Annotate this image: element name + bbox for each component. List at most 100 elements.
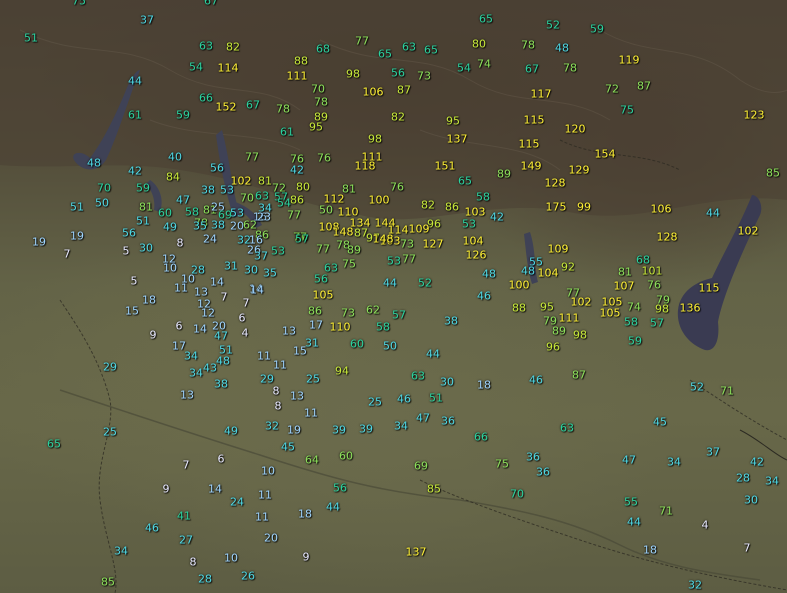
station-value: 38 <box>211 218 225 232</box>
station-value: 13 <box>194 285 208 299</box>
station-value: 47 <box>622 453 636 467</box>
station-value: 104 <box>537 266 559 280</box>
station-value: 31 <box>305 336 319 350</box>
station-value: 48 <box>216 354 230 368</box>
station-value: 18 <box>298 507 312 521</box>
station-value: 118 <box>354 159 376 173</box>
station-value: 129 <box>568 163 590 177</box>
station-value: 35 <box>263 266 277 280</box>
station-value: 8 <box>272 384 280 398</box>
station-value: 115 <box>698 281 720 295</box>
station-value: 85 <box>766 166 780 180</box>
station-value: 46 <box>477 289 491 303</box>
station-value: 44 <box>326 500 340 514</box>
station-value: 78 <box>521 38 535 52</box>
station-value: 6 <box>217 452 225 466</box>
station-value: 5 <box>130 274 138 288</box>
station-value: 53 <box>462 217 476 231</box>
station-value: 44 <box>706 206 720 220</box>
station-value: 72 <box>605 82 619 96</box>
station-value: 45 <box>653 415 667 429</box>
station-value: 123 <box>743 108 765 122</box>
station-value: 98 <box>346 67 360 81</box>
station-value: 14 <box>193 322 207 336</box>
station-value: 18 <box>643 543 657 557</box>
station-value: 65 <box>424 43 438 57</box>
station-value: 104 <box>462 234 484 248</box>
station-value: 70 <box>97 181 111 195</box>
station-value: 86 <box>445 200 459 214</box>
station-value: 51 <box>429 391 443 405</box>
station-value: 11 <box>174 281 188 295</box>
station-value: 32 <box>265 419 279 433</box>
station-value: 77 <box>316 242 330 256</box>
station-value: 10 <box>261 464 275 478</box>
station-value: 77 <box>355 34 369 48</box>
station-value: 8 <box>176 236 184 250</box>
station-value: 105 <box>599 306 621 320</box>
station-value: 14 <box>210 275 224 289</box>
station-value: 63 <box>199 39 213 53</box>
station-value: 52 <box>690 380 704 394</box>
station-value: 37 <box>254 249 268 263</box>
station-value: 56 <box>391 66 405 80</box>
station-value: 69 <box>414 459 428 473</box>
station-value: 29 <box>260 372 274 386</box>
station-value: 86 <box>308 304 322 318</box>
station-value: 38 <box>214 377 228 391</box>
station-value: 41 <box>177 509 191 523</box>
station-value: 42 <box>128 164 142 178</box>
station-value: 70 <box>240 191 254 205</box>
station-value: 42 <box>490 210 504 224</box>
station-value: 88 <box>294 54 308 68</box>
station-value: 100 <box>368 193 390 207</box>
station-value: 48 <box>521 264 535 278</box>
station-value: 65 <box>479 12 493 26</box>
station-value: 106 <box>650 202 672 216</box>
station-value: 63 <box>560 421 574 435</box>
station-value: 50 <box>383 339 397 353</box>
station-value: 56 <box>122 226 136 240</box>
station-value: 10 <box>224 551 238 565</box>
station-value: 137 <box>405 545 427 559</box>
station-value: 10 <box>163 261 177 275</box>
station-value: 89 <box>347 243 361 257</box>
station-value: 73 <box>341 306 355 320</box>
station-value: 35 <box>193 219 207 233</box>
station-value: 57 <box>392 308 406 322</box>
station-value: 85 <box>427 482 441 496</box>
station-value: 63 <box>255 189 269 203</box>
station-value: 25 <box>306 372 320 386</box>
station-value: 23 <box>257 210 271 224</box>
station-value: 36 <box>536 465 550 479</box>
station-value: 87 <box>397 83 411 97</box>
station-value: 96 <box>546 340 560 354</box>
station-value: 39 <box>332 423 346 437</box>
station-value: 151 <box>434 159 456 173</box>
station-value: 109 <box>547 242 569 256</box>
station-value: 51 <box>136 214 150 228</box>
station-value: 48 <box>482 267 496 281</box>
station-value: 44 <box>128 74 142 88</box>
station-value: 65 <box>47 437 61 451</box>
station-value: 26 <box>241 569 255 583</box>
station-value: 70 <box>311 82 325 96</box>
station-value: 89 <box>497 167 511 181</box>
station-value: 38 <box>444 314 458 328</box>
station-value: 34 <box>667 455 681 469</box>
station-value: 50 <box>95 196 109 210</box>
station-value: 77 <box>245 150 259 164</box>
station-value: 57 <box>650 316 664 330</box>
station-value: 58 <box>476 190 490 204</box>
station-value: 154 <box>594 147 616 161</box>
station-value: 11 <box>255 510 269 524</box>
precipitation-map[interactable]: 75 67 37 65 52 59 51 63 82 68 77 65 63 65 80 78 48 54 114 8… <box>0 0 787 593</box>
station-value: 17 <box>309 318 323 332</box>
station-value: 60 <box>158 206 172 220</box>
station-value: 82 <box>421 198 435 212</box>
station-value: 30 <box>244 263 258 277</box>
station-value: 54 <box>189 60 203 74</box>
station-value: 15 <box>293 344 307 358</box>
station-value: 59 <box>590 22 604 36</box>
station-value: 62 <box>366 303 380 317</box>
